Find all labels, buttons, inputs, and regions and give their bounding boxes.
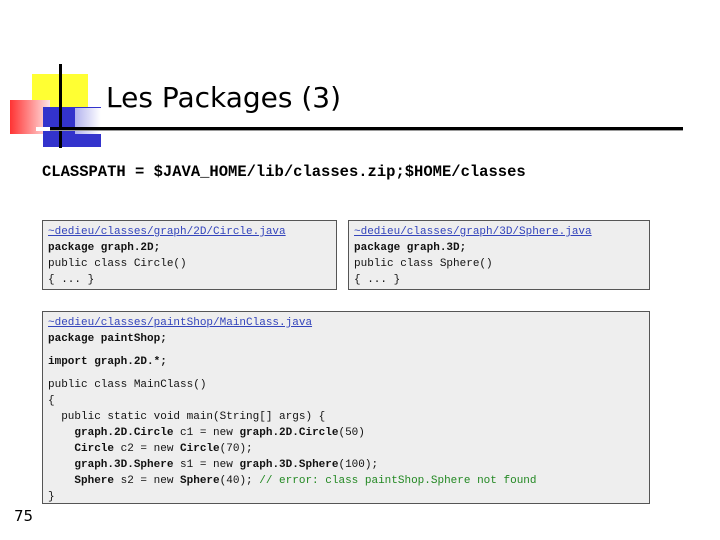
code-token: Sphere — [74, 475, 115, 487]
code-line: Circle c2 = new Circle(70); — [48, 441, 644, 457]
code-line: { ... } — [354, 274, 401, 286]
code-line: graph.2D.Circle c1 = new graph.2D.Circle… — [48, 425, 644, 441]
file-path-link[interactable]: ~dedieu/classes/graph/2D/Circle.java — [48, 224, 286, 240]
title-rule-shadow — [50, 130, 683, 131]
code-token: (100); — [338, 459, 379, 471]
code-token: graph.2D.Circle — [74, 427, 174, 439]
file-path-link[interactable]: ~dedieu/classes/graph/3D/Sphere.java — [354, 224, 592, 240]
code-token: Sphere — [180, 475, 220, 487]
code-line: { ... } — [48, 274, 95, 286]
code-token: (70); — [219, 443, 253, 455]
code-line: { — [48, 395, 55, 407]
code-line: public class Circle() — [48, 258, 187, 270]
code-token: graph.3D.Sphere — [74, 459, 174, 471]
code-token: c1 = new — [173, 427, 240, 439]
code-comment: // error: class paintShop.Sphere not fou… — [259, 475, 537, 487]
code-line: public class MainClass() — [48, 379, 207, 391]
code-token: (50) — [338, 427, 365, 439]
code-line: graph.3D.Sphere s1 = new graph.3D.Sphere… — [48, 457, 644, 473]
code-line: import graph.2D.*; — [48, 356, 167, 368]
code-line: package graph.2D; — [48, 242, 161, 254]
decor-vertical-line — [59, 64, 62, 148]
page-number: 75 — [14, 507, 34, 525]
code-token: graph.3D.Sphere — [239, 459, 339, 471]
code-token: Circle — [180, 443, 220, 455]
code-token: s2 = new — [114, 475, 181, 487]
file-path-link[interactable]: ~dedieu/classes/paintShop/MainClass.java — [48, 315, 618, 331]
classpath-line: CLASSPATH = $JAVA_HOME/lib/classes.zip;$… — [42, 163, 526, 181]
code-line: } — [48, 491, 55, 503]
code-box-mainclass: ~dedieu/classes/paintShop/MainClass.java… — [42, 311, 650, 504]
code-token: c2 = new — [114, 443, 181, 455]
code-line: package paintShop; — [48, 333, 167, 345]
slide-title: Les Packages (3) — [106, 81, 342, 114]
code-line: Sphere s2 = new Sphere(40); // error: cl… — [48, 473, 644, 489]
code-token: graph.2D.Circle — [239, 427, 339, 439]
code-box-sphere: ~dedieu/classes/graph/3D/Sphere.java pac… — [348, 220, 650, 290]
code-line: public class Sphere() — [354, 258, 493, 270]
code-box-circle: ~dedieu/classes/graph/2D/Circle.java pac… — [42, 220, 337, 290]
code-token: s1 = new — [173, 459, 240, 471]
code-token: Circle — [74, 443, 115, 455]
code-token: (40); — [219, 475, 260, 487]
code-line: public static void main(String[] args) { — [48, 411, 326, 423]
code-line: package graph.3D; — [354, 242, 467, 254]
